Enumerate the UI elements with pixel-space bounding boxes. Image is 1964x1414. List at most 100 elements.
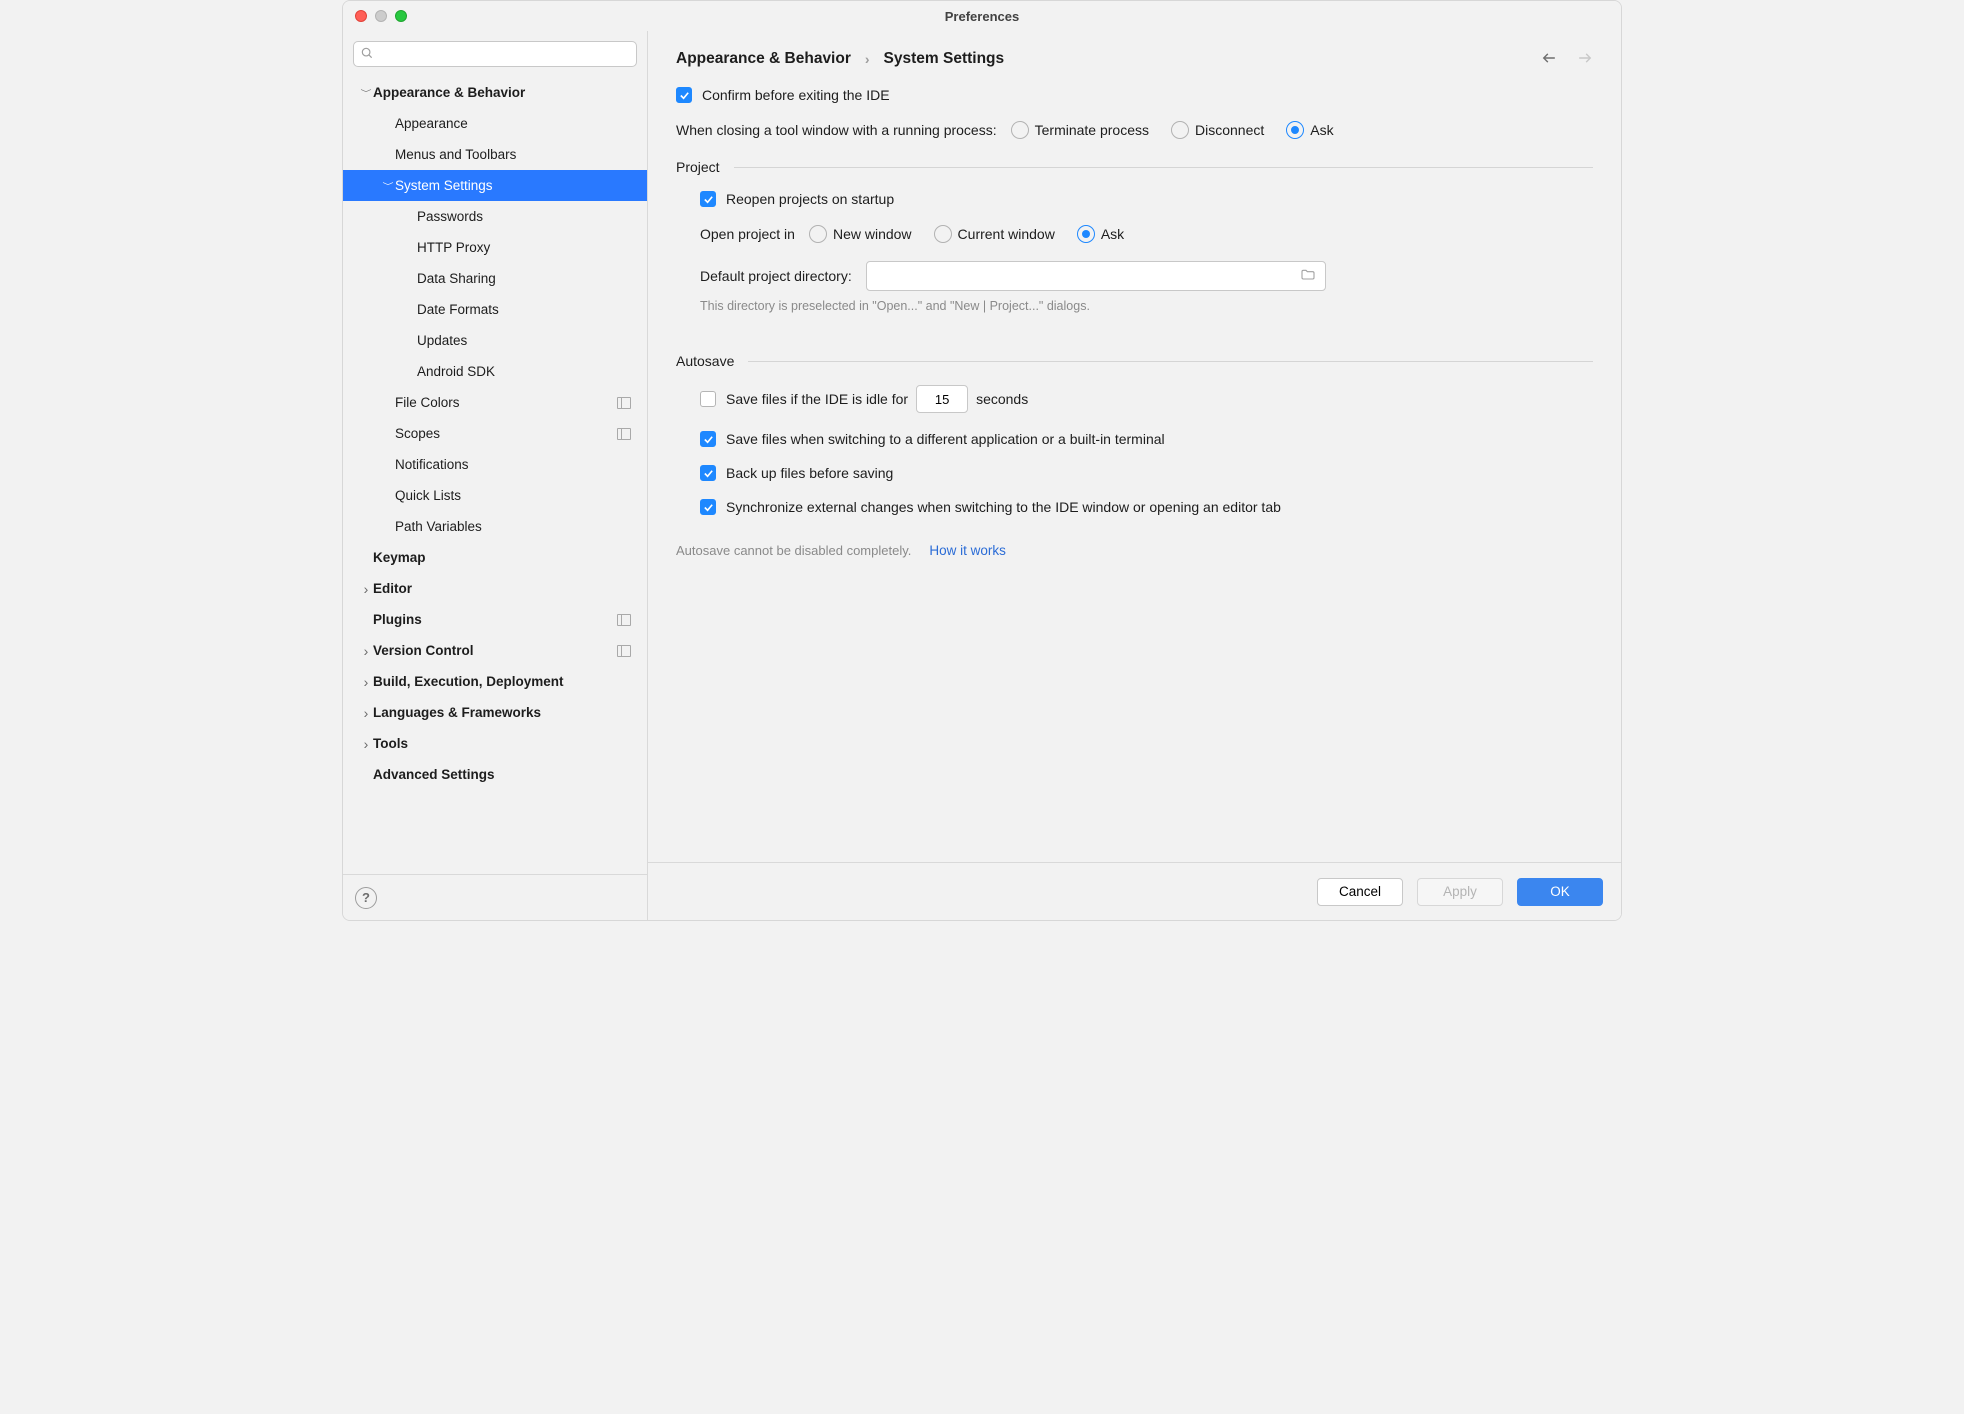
cancel-button[interactable]: Cancel: [1317, 878, 1403, 906]
arrow-left-icon: [1541, 51, 1557, 65]
tree-item-label: File Colors: [395, 395, 460, 410]
search-input[interactable]: [353, 41, 637, 67]
help-button[interactable]: ?: [355, 887, 377, 909]
chevron-right-icon[interactable]: ›: [359, 674, 373, 690]
open-project-in-radio[interactable]: [934, 225, 952, 243]
tree-item[interactable]: ﹀System Settings: [343, 170, 647, 201]
main-panel: Appearance & Behavior › System Settings: [648, 31, 1621, 920]
tree-item[interactable]: ﹀Appearance & Behavior: [343, 77, 647, 108]
tree-item[interactable]: ›Build, Execution, Deployment: [343, 666, 647, 697]
tree-item-label: Advanced Settings: [373, 767, 495, 782]
tree-item[interactable]: ›Version Control: [343, 635, 647, 666]
project-scope-icon: [617, 428, 631, 440]
project-section-title: Project: [676, 159, 720, 175]
tree-item[interactable]: Passwords: [343, 201, 647, 232]
sidebar-footer: ?: [343, 874, 647, 920]
tree-item[interactable]: Notifications: [343, 449, 647, 480]
default-dir-field[interactable]: [875, 262, 1299, 290]
tree-item[interactable]: Menus and Toolbars: [343, 139, 647, 170]
save-on-switch-label: Save files when switching to a different…: [726, 431, 1165, 447]
autosave-section-title: Autosave: [676, 353, 734, 369]
tree-item-label: Appearance: [395, 116, 468, 131]
titlebar: Preferences: [343, 1, 1621, 31]
chevron-down-icon[interactable]: ﹀: [359, 87, 373, 98]
preferences-window: Preferences ﹀Appearance & BehaviorAppear…: [342, 0, 1622, 921]
project-scope-icon: [617, 645, 631, 657]
reopen-projects-checkbox[interactable]: [700, 191, 716, 207]
tree-item[interactable]: Plugins: [343, 604, 647, 635]
tree-item-label: Menus and Toolbars: [395, 147, 516, 162]
tree-item-label: Build, Execution, Deployment: [373, 674, 564, 689]
tree-item-label: Updates: [417, 333, 467, 348]
search-icon: [360, 46, 374, 63]
save-on-switch-checkbox[interactable]: [700, 431, 716, 447]
confirm-exit-checkbox[interactable]: [676, 87, 692, 103]
tree-item-label: Notifications: [395, 457, 469, 472]
settings-tree: ﹀Appearance & Behavior Appearance Menus an…: [343, 77, 647, 874]
tree-item[interactable]: ›Languages & Frameworks: [343, 697, 647, 728]
idle-save-checkbox[interactable]: [700, 391, 716, 407]
open-project-in-radio[interactable]: [1077, 225, 1095, 243]
search-field[interactable]: [380, 46, 630, 63]
tree-item[interactable]: Android SDK: [343, 356, 647, 387]
window-title: Preferences: [343, 9, 1621, 24]
tree-item-label: System Settings: [395, 178, 493, 193]
reopen-projects-label: Reopen projects on startup: [726, 191, 894, 207]
ok-button[interactable]: OK: [1517, 878, 1603, 906]
nav-back-button[interactable]: [1541, 49, 1557, 70]
breadcrumb-parent: Appearance & Behavior: [676, 50, 851, 68]
tree-item[interactable]: Advanced Settings: [343, 759, 647, 790]
tree-item-label: Date Formats: [417, 302, 499, 317]
tree-item[interactable]: HTTP Proxy: [343, 232, 647, 263]
open-project-in-radio[interactable]: [809, 225, 827, 243]
autosave-note-text: Autosave cannot be disabled completely.: [676, 543, 911, 558]
tree-item-label: Path Variables: [395, 519, 482, 534]
closing-process-radio[interactable]: [1171, 121, 1189, 139]
default-dir-input[interactable]: [866, 261, 1326, 291]
tree-item-label: Passwords: [417, 209, 483, 224]
tree-item[interactable]: ›Tools: [343, 728, 647, 759]
tree-item-label: Keymap: [373, 550, 426, 565]
tree-item[interactable]: Appearance: [343, 108, 647, 139]
chevron-right-icon[interactable]: ›: [359, 581, 373, 597]
open-project-in-radio-label: Current window: [958, 226, 1055, 242]
closing-process-radio[interactable]: [1011, 121, 1029, 139]
chevron-right-icon[interactable]: ›: [359, 643, 373, 659]
idle-seconds-input[interactable]: [916, 385, 968, 413]
default-dir-label: Default project directory:: [700, 268, 852, 284]
dialog-footer: Cancel Apply OK: [648, 862, 1621, 920]
autosave-section-header: Autosave: [676, 353, 1593, 369]
tree-item[interactable]: File Colors: [343, 387, 647, 418]
chevron-down-icon[interactable]: ﹀: [381, 180, 395, 191]
arrow-right-icon: [1577, 51, 1593, 65]
tree-item-label: Android SDK: [417, 364, 495, 379]
tree-item[interactable]: Keymap: [343, 542, 647, 573]
tree-item[interactable]: Data Sharing: [343, 263, 647, 294]
chevron-right-icon[interactable]: ›: [359, 705, 373, 721]
confirm-exit-label: Confirm before exiting the IDE: [702, 87, 890, 103]
open-project-in-radio-label: New window: [833, 226, 912, 242]
folder-icon[interactable]: [1299, 267, 1317, 286]
backup-label: Back up files before saving: [726, 465, 893, 481]
apply-button[interactable]: Apply: [1417, 878, 1503, 906]
open-project-in-radio-label: Ask: [1101, 226, 1124, 242]
project-scope-icon: [617, 614, 631, 626]
nav-forward-button[interactable]: [1577, 49, 1593, 70]
tree-item[interactable]: ›Editor: [343, 573, 647, 604]
chevron-right-icon[interactable]: ›: [359, 736, 373, 752]
tree-item[interactable]: Scopes: [343, 418, 647, 449]
backup-checkbox[interactable]: [700, 465, 716, 481]
tree-item[interactable]: Quick Lists: [343, 480, 647, 511]
open-project-in-label: Open project in: [700, 226, 795, 242]
closing-process-radio[interactable]: [1286, 121, 1304, 139]
sync-external-checkbox[interactable]: [700, 499, 716, 515]
default-dir-hint: This directory is preselected in "Open..…: [700, 299, 1593, 313]
tree-item[interactable]: Path Variables: [343, 511, 647, 542]
tree-item[interactable]: Updates: [343, 325, 647, 356]
tree-item[interactable]: Date Formats: [343, 294, 647, 325]
sync-external-label: Synchronize external changes when switch…: [726, 499, 1281, 515]
idle-save-label-before: Save files if the IDE is idle for: [726, 391, 908, 407]
how-it-works-link[interactable]: How it works: [929, 543, 1006, 558]
tree-item-label: Plugins: [373, 612, 422, 627]
closing-process-radio-label: Disconnect: [1195, 122, 1264, 138]
